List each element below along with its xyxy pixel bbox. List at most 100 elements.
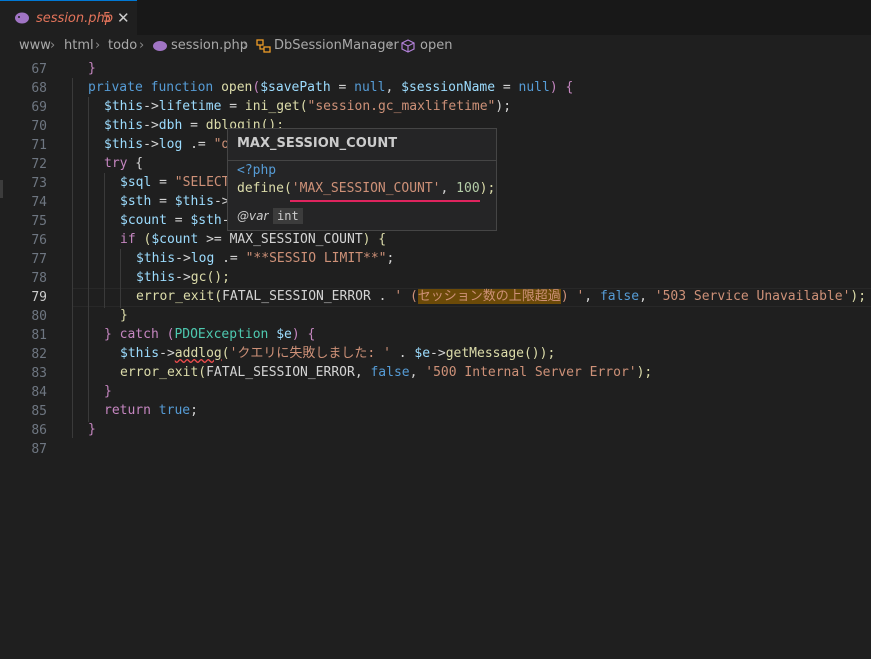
token: null: [518, 80, 550, 95]
token: ->: [143, 118, 159, 133]
chevron-right-icon: ›: [95, 38, 101, 53]
token: ) {: [291, 327, 316, 342]
token: FATAL_SESSION_ERROR: [222, 289, 371, 304]
breadcrumb-class[interactable]: DbSessionManager: [274, 38, 399, 53]
line-number: 84: [31, 385, 47, 400]
code-line-80: }: [120, 306, 128, 325]
token: }: [104, 327, 112, 342]
token: define: [237, 181, 284, 196]
code-line-75: $count = $sth-: [120, 211, 230, 230]
token: $sessionName: [401, 80, 496, 95]
token: =: [151, 175, 175, 190]
indent-guide: [120, 249, 121, 308]
highlighted-text: セッション数の上限超過: [417, 289, 561, 304]
line-number: 67: [31, 62, 47, 77]
class-icon: [256, 39, 271, 53]
line-number: 82: [31, 347, 47, 362]
close-icon[interactable]: ✕: [117, 9, 130, 27]
php-elephant-icon: [153, 41, 167, 51]
breadcrumb-method[interactable]: open: [420, 38, 452, 53]
token: ' (: [394, 289, 418, 304]
token: error_exit: [120, 365, 199, 380]
indent-guide: [104, 173, 105, 308]
tab-bar: session.php 5 ✕: [0, 0, 871, 35]
token: ;: [190, 403, 198, 418]
token: =: [151, 194, 175, 209]
tab-filename: session.php: [36, 11, 113, 26]
token: "**SESSIO LIMIT**": [245, 251, 387, 266]
token: return: [104, 403, 151, 418]
token: );: [850, 289, 867, 304]
line-number: 77: [31, 252, 47, 267]
token: (: [283, 181, 292, 196]
token: ) ': [560, 289, 585, 304]
hover-php-open: <?php: [237, 163, 277, 178]
hover-title: MAX_SESSION_COUNT: [237, 136, 398, 151]
token: );: [636, 365, 653, 380]
token: open: [221, 80, 253, 95]
token: >=: [198, 232, 230, 247]
token: $e: [414, 346, 431, 361]
line-number: 69: [31, 100, 47, 115]
code-line-82: $this->addlog('クエリに失敗しました: ' . $e->getMe…: [120, 344, 555, 363]
token: );: [479, 181, 496, 196]
code-line-86: }: [88, 420, 96, 439]
token: "session.gc_maxlifetime": [307, 99, 496, 114]
chevron-right-icon: ›: [243, 38, 249, 53]
breadcrumb-file[interactable]: session.php: [171, 38, 248, 53]
code-line-69: $this->lifetime = ini_get("session.gc_ma…: [104, 97, 511, 116]
token: $sql: [120, 175, 152, 190]
line-number: 75: [31, 214, 47, 229]
hover-var-type: int: [273, 208, 303, 224]
code-line-83: error_exit(FATAL_SESSION_ERROR, false, '…: [120, 363, 652, 382]
chevron-right-icon: ›: [388, 38, 394, 53]
token: ,: [409, 365, 426, 380]
line-number: 74: [31, 195, 47, 210]
code-line-85: return true;: [104, 401, 198, 420]
token: =: [166, 213, 191, 228]
token: 'MAX_SESSION_COUNT': [291, 181, 441, 196]
line-number: 86: [31, 423, 47, 438]
hover-definition: define('MAX_SESSION_COUNT', 100);: [237, 181, 495, 196]
token: $this: [120, 346, 160, 361]
token: (: [135, 232, 152, 247]
token: MAX_SESSION_COUNT: [229, 232, 363, 247]
token: $count: [151, 232, 199, 247]
breadcrumb-html[interactable]: html: [64, 38, 94, 53]
breadcrumb-todo[interactable]: todo: [108, 38, 137, 53]
token: $this: [104, 137, 144, 152]
token: dbh: [158, 118, 183, 133]
token: ) {: [362, 232, 387, 247]
breadcrumb-www[interactable]: www: [19, 38, 51, 53]
token: =: [330, 80, 355, 95]
line-number: 71: [31, 138, 47, 153]
token: $count: [120, 213, 167, 228]
token: $sth: [190, 213, 222, 228]
token: catch: [111, 327, 167, 342]
tab-session-php[interactable]: session.php 5 ✕: [0, 0, 137, 35]
token: false: [599, 289, 640, 304]
code-editor[interactable]: } private function open($savePath = null…: [72, 59, 866, 659]
token: .=: [214, 251, 246, 266]
line-number: 78: [31, 271, 47, 286]
line-number: 81: [31, 328, 47, 343]
token: $this: [136, 270, 176, 285]
chevron-right-icon: ›: [139, 38, 145, 53]
line-number: 68: [31, 81, 47, 96]
line-number: 76: [31, 233, 47, 248]
token: ,: [440, 181, 457, 196]
token: ini_get: [244, 99, 300, 114]
token: "SELECT: [174, 175, 230, 190]
brace: }: [88, 422, 96, 437]
token: ->: [143, 137, 159, 152]
token: .: [390, 346, 415, 361]
line-number: 83: [31, 366, 47, 381]
indent-guide: [88, 97, 89, 422]
token: 100: [456, 181, 480, 196]
token: (: [299, 99, 308, 114]
code-line-71: $this->log .= "o: [104, 135, 229, 154]
token: null: [354, 80, 386, 95]
code-line-67: }: [88, 59, 96, 78]
